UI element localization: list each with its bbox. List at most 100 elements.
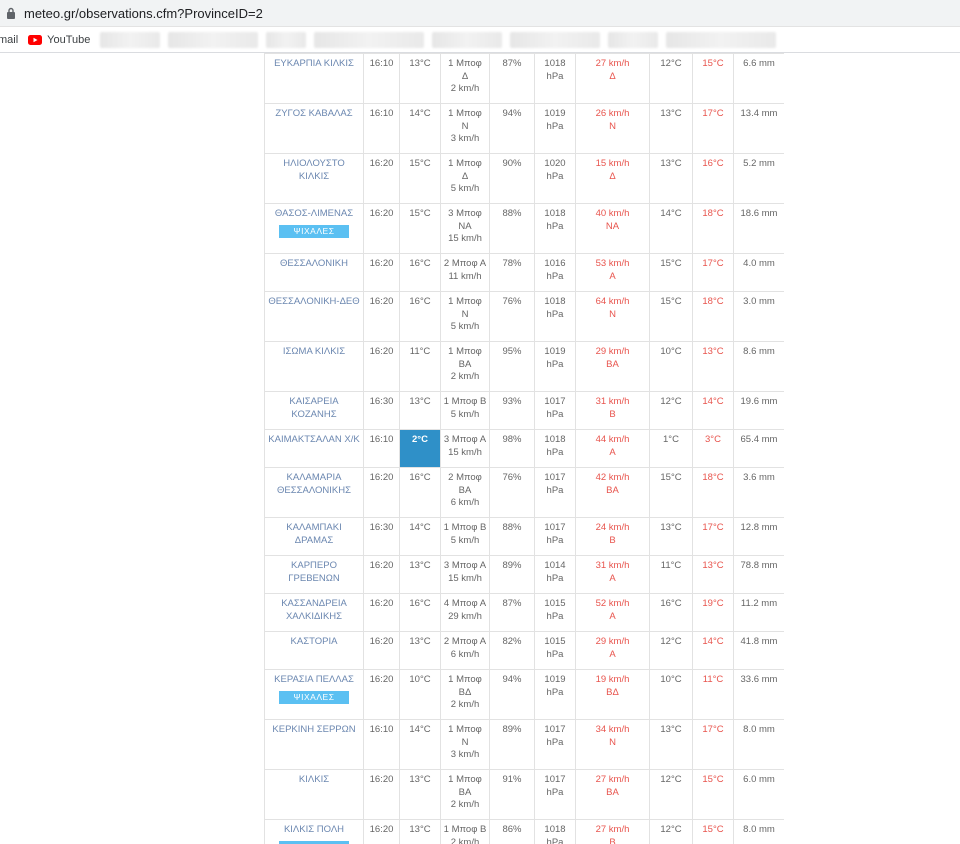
temp-cell: 14°C [399,517,441,556]
pressure-cell: 1017 hPa [534,467,576,518]
station-link[interactable]: ΖΥΓΟΣ ΚΑΒΑΛΑΣ [275,108,352,119]
observations-table: ΕΥΚΑΡΠΙΑ ΚΙΛΚΙΣ 16:10 13°C 1 Μποφ Δ 2 km/h 87%… [264,53,784,844]
station-cell: ΚΙΛΚΙΣ ΠΟΛΗ ΨΙΧΑΛΕΣ [264,819,364,844]
bookmark-youtube[interactable]: YouTube [28,34,90,46]
wind-beaufort: 1 Μποφ [448,108,482,119]
address-bar[interactable]: meteo.gr/observations.cfm?ProvinceID=2 [0,0,960,27]
pressure-value: 1019 [544,108,566,119]
max-temp-cell: 15°C [692,53,734,104]
bookmark-mail[interactable]: mail [0,34,18,46]
station-cell: ΚΑΙΜΑΚΤΣΑΛΑΝ Χ/Κ [264,429,364,468]
gust-speed: 64 km/h [595,296,630,307]
station-link[interactable]: ΗΛΙΟΛΟΥΣΤΟ ΚΙΛΚΙΣ [283,158,345,182]
station-cell: ΚΑΡΠΕΡΟ ΓΡΕΒΕΝΩΝ [264,555,364,594]
url-text[interactable]: meteo.gr/observations.cfm?ProvinceID=2 [24,6,263,21]
min-temp-cell: 12°C [649,391,693,430]
min-temp-value: 15°C [660,296,682,307]
humidity-cell: 95% [489,341,535,392]
station-link[interactable]: ΕΥΚΑΡΠΙΑ ΚΙΛΚΙΣ [274,58,354,69]
table-row: ΚΕΡΑΣΙΑ ΠΕΛΛΑΣ ΨΙΧΑΛΕΣ 16:20 10°C 1 Μποφ ΒΔ 2 … [264,669,784,720]
station-link[interactable]: ΙΣΩΜΑ ΚΙΛΚΙΣ [283,346,345,357]
station-link[interactable]: ΚΑΛΑΜΑΡΙΑ ΘΕΣΣΑΛΟΝΙΚΗΣ [277,472,351,496]
station-link[interactable]: ΚΙΛΚΙΣ ΠΟΛΗ [284,824,344,835]
station-link[interactable]: ΚΑΙΣΑΡΕΙΑ ΚΟΖΑΝΗΣ [289,396,338,420]
wind-cell: 1 Μποφ Ν 3 km/h [440,103,490,154]
pressure-cell: 1014 hPa [534,555,576,594]
pressure-value: 1017 [544,724,566,735]
gust-direction: Ν [609,120,616,132]
rain-cell: 8.0 mm [733,819,784,844]
station-link[interactable]: ΚΕΡΑΣΙΑ ΠΕΛΛΑΣ [274,674,354,685]
station-link[interactable]: ΚΕΡΚΙΝΗ ΣΕΡΡΩΝ [272,724,355,735]
gust-speed: 15 km/h [595,158,630,169]
min-temp-value: 13°C [660,724,682,735]
rain-cell: 8.6 mm [733,341,784,392]
station-link[interactable]: ΘΕΣΣΑΛΟΝΙΚΗ [280,258,348,269]
station-link[interactable]: ΚΑΙΜΑΚΤΣΑΛΑΝ Χ/Κ [268,434,359,445]
temp-value: 16°C [409,296,431,307]
gust-cell: 24 km/h Β [575,517,650,556]
station-link[interactable]: ΚΑΡΠΕΡΟ ΓΡΕΒΕΝΩΝ [288,560,339,584]
wind-speed: 5 km/h [450,408,480,420]
rain-cell: 3.6 mm [733,467,784,518]
humidity-cell: 78% [489,253,535,292]
station-link[interactable]: ΚΙΛΚΙΣ [299,774,329,785]
pressure-cell: 1020 hPa [534,153,576,204]
wind-cell: 1 Μποφ ΒΑ 2 km/h [440,341,490,392]
station-link[interactable]: ΚΑΣΤΟΡΙΑ [291,636,338,647]
bookmark-mail-label: mail [0,33,19,46]
time-value: 16:20 [369,346,394,357]
humidity-cell: 82% [489,631,535,670]
pressure-cell: 1015 hPa [534,631,576,670]
max-temp-cell: 15°C [692,819,734,844]
station-link[interactable]: ΘΑΣΟΣ-ΛΙΜΕΝΑΣ [275,208,353,219]
max-temp-cell: 3°C [692,429,734,468]
wind-beaufort: 1 Μποφ [448,774,482,785]
pressure-value: 1018 [544,58,566,69]
table-row: ΚΑΙΜΑΚΤΣΑΛΑΝ Χ/Κ 16:10 2°C 3 Μποφ Α 15 km/h 9… [264,429,784,468]
gust-direction: ΝΑ [605,220,620,232]
humidity-cell: 89% [489,555,535,594]
table-row: ΚΑΣΤΟΡΙΑ 16:20 13°C 2 Μποφ Α6 km/h 82% 1015 hP… [264,631,784,670]
humidity-cell: 87% [489,593,535,632]
gust-cell: 31 km/h Β [575,391,650,430]
min-temp-value: 13°C [660,158,682,169]
table-row: ΕΥΚΑΡΠΙΑ ΚΙΛΚΙΣ 16:10 13°C 1 Μποφ Δ 2 km/h 87%… [264,53,784,104]
min-temp-value: 10°C [660,346,682,357]
temp-value: 15°C [409,158,431,169]
min-temp-value: 11°C [660,560,682,571]
pressure-value: 1015 [544,598,566,609]
temp-cell: 16°C [399,291,441,342]
pressure-unit: hPa [546,408,564,420]
gust-direction: Β [609,534,616,546]
pressure-cell: 1018 hPa [534,203,576,254]
max-temp-value: 18°C [702,296,724,307]
station-cell: ΕΥΚΑΡΠΙΑ ΚΙΛΚΙΣ [264,53,364,104]
station-link[interactable]: ΚΑΣΣΑΝΔΡΕΙΑ ΧΑΛΚΙΔΙΚΗΣ [281,598,347,622]
time-cell: 16:20 [363,769,400,820]
gust-direction: ΒΔ [606,686,619,698]
table-row: ΖΥΓΟΣ ΚΑΒΑΛΑΣ 16:10 14°C 1 Μποφ Ν 3 km/h 94% 10… [264,103,784,154]
max-temp-cell: 19°C [692,593,734,632]
pressure-unit: hPa [546,220,564,232]
station-cell: ΖΥΓΟΣ ΚΑΒΑΛΑΣ [264,103,364,154]
time-value: 16:10 [369,434,394,445]
table-row: ΚΑΣΣΑΝΔΡΕΙΑ ΧΑΛΚΙΔΙΚΗΣ 16:20 16°C 4 Μποφ Α2… [264,593,784,632]
time-cell: 16:20 [363,669,400,720]
wind-beaufort: 4 Μποφ Α [443,598,487,609]
table-row: ΚΑΡΠΕΡΟ ΓΡΕΒΕΝΩΝ 16:20 13°C 3 Μποφ Α 15 km/h… [264,555,784,594]
wind-beaufort: 1 Μποφ [448,58,482,69]
min-temp-cell: 15°C [649,291,693,342]
station-link[interactable]: ΚΑΛΑΜΠΑΚΙ ΔΡΑΜΑΣ [286,522,341,546]
gust-cell: 27 km/h Δ [575,53,650,104]
gust-direction: Ν [609,308,616,320]
wind-speed: 5 km/h [450,183,480,194]
temp-cell: 13°C [399,53,441,104]
max-temp-value: 11°C [702,674,724,685]
rain-cell: 4.0 mm [733,253,784,292]
pressure-unit: hPa [546,836,564,844]
gust-cell: 29 km/h ΒΑ [575,341,650,392]
wind-speed: 2 km/h [450,799,480,810]
humidity-cell: 89% [489,719,535,770]
station-link[interactable]: ΘΕΣΣΑΛΟΝΙΚΗ-ΔΕΘ [268,296,359,307]
